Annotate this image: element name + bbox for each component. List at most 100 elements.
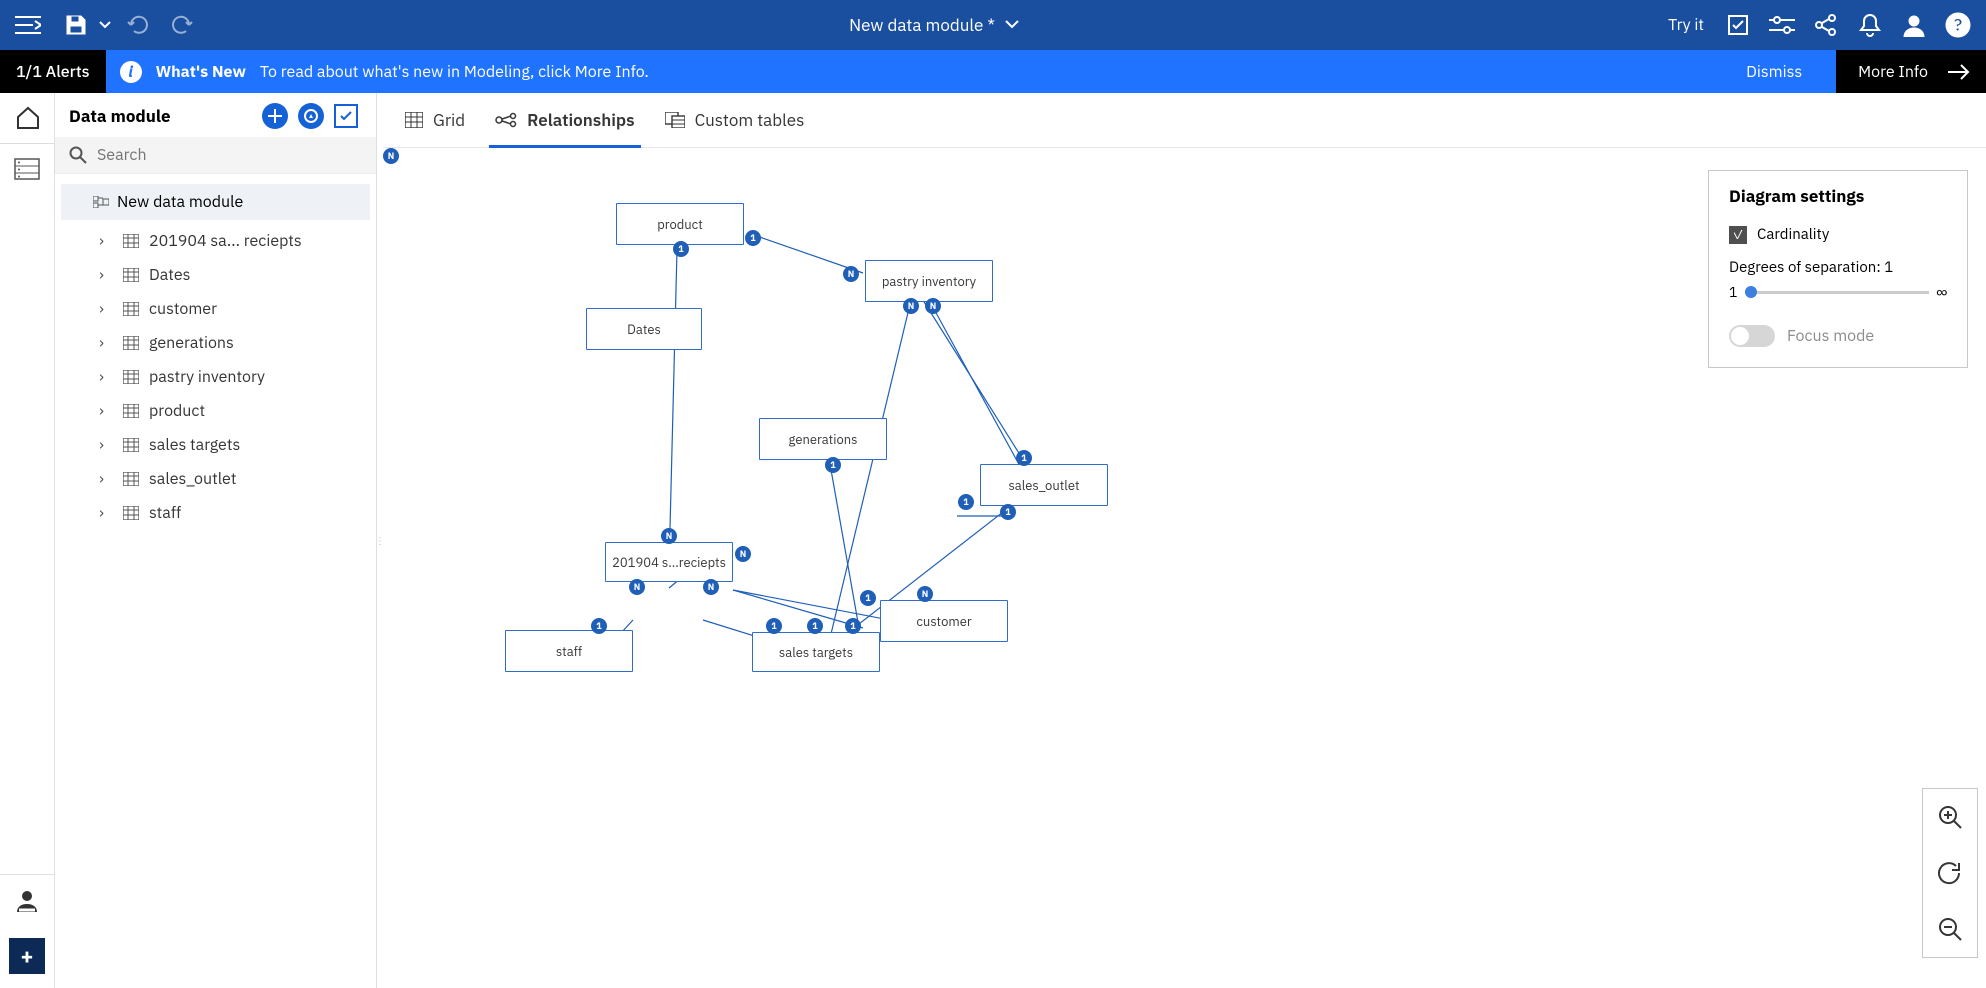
undo-icon[interactable] bbox=[118, 5, 158, 45]
node-staff[interactable]: staff bbox=[505, 630, 633, 672]
save-menu-chevron-icon[interactable] bbox=[96, 5, 114, 45]
focus-mode-toggle[interactable] bbox=[1729, 325, 1775, 347]
data-module-panel: Data module New data module ›201904 sa..… bbox=[55, 93, 377, 988]
user-icon[interactable] bbox=[1894, 5, 1934, 45]
tree-item[interactable]: ›customer bbox=[55, 292, 376, 326]
zoom-in-button[interactable] bbox=[1923, 789, 1977, 845]
tree-item-label: 201904 sa... reciepts bbox=[149, 231, 302, 251]
cardinality-1: 1 bbox=[845, 618, 861, 634]
svg-text:?: ? bbox=[1954, 13, 1963, 36]
alert-bar: 1/1 Alerts i What's New To read about wh… bbox=[0, 50, 1986, 93]
node-label: staff bbox=[556, 643, 582, 660]
rail-add-button[interactable]: + bbox=[9, 938, 45, 974]
tree-item-label: sales_outlet bbox=[149, 469, 236, 489]
cardinality-1: 1 bbox=[745, 230, 761, 246]
degrees-slider[interactable] bbox=[1745, 291, 1928, 294]
more-info-button[interactable]: More Info bbox=[1836, 50, 1986, 93]
table-icon bbox=[123, 302, 139, 316]
search-icon bbox=[69, 146, 87, 164]
cardinality-1: 1 bbox=[1000, 504, 1016, 520]
cardinality-1: 1 bbox=[807, 618, 823, 634]
cardinality-n: N bbox=[703, 579, 719, 595]
tree-item-label: staff bbox=[149, 503, 181, 523]
tree-item[interactable]: ›sales targets bbox=[55, 428, 376, 462]
node-label: 201904 s...reciepts bbox=[612, 554, 726, 571]
tree-item[interactable]: ›staff bbox=[55, 496, 376, 530]
node-dates[interactable]: Dates bbox=[586, 308, 702, 350]
tree-item-label: Dates bbox=[149, 265, 190, 285]
table-icon bbox=[123, 506, 139, 520]
cardinality-1: 1 bbox=[591, 618, 607, 634]
share-icon[interactable] bbox=[1806, 5, 1846, 45]
search-box[interactable] bbox=[55, 137, 376, 174]
zoom-out-button[interactable] bbox=[1923, 901, 1977, 957]
slider-min: 1 bbox=[1729, 283, 1737, 301]
try-it-button[interactable]: Try it bbox=[1658, 15, 1714, 35]
grid-icon bbox=[405, 112, 423, 128]
tab-relationships[interactable]: Relationships bbox=[495, 93, 634, 147]
redo-icon[interactable] bbox=[162, 5, 202, 45]
node-generations[interactable]: generations bbox=[759, 418, 887, 460]
cardinality-label: Cardinality bbox=[1757, 225, 1829, 244]
info-icon: i bbox=[120, 61, 142, 83]
node-pastry-inventory[interactable]: pastry inventory bbox=[865, 260, 993, 302]
rail-user-settings-icon[interactable] bbox=[0, 874, 55, 924]
rail-home-icon[interactable] bbox=[0, 93, 55, 143]
search-input[interactable] bbox=[97, 145, 362, 165]
node-label: Dates bbox=[627, 321, 661, 338]
node-label: product bbox=[657, 216, 703, 233]
node-product[interactable]: product bbox=[616, 203, 744, 245]
tree-item[interactable]: ›201904 sa... reciepts bbox=[55, 224, 376, 258]
more-info-label: More Info bbox=[1858, 62, 1928, 82]
tree-item-label: generations bbox=[149, 333, 234, 353]
menu-icon[interactable] bbox=[8, 5, 48, 45]
tree-item-label: pastry inventory bbox=[149, 367, 265, 387]
rail-sources-icon[interactable] bbox=[0, 144, 55, 194]
tree-item[interactable]: ›product bbox=[55, 394, 376, 428]
relationship-canvas[interactable]: product 1 1 pastry inventory N N N Dates… bbox=[383, 148, 1986, 988]
node-sales-outlet[interactable]: sales_outlet bbox=[980, 464, 1108, 506]
tab-label: Custom tables bbox=[695, 109, 805, 131]
settings-sliders-icon[interactable] bbox=[1762, 5, 1802, 45]
notifications-icon[interactable] bbox=[1850, 5, 1890, 45]
tree-root-label: New data module bbox=[117, 192, 243, 212]
relationships-icon bbox=[495, 112, 517, 128]
alert-heading: What's New bbox=[156, 62, 246, 82]
zoom-reset-button[interactable] bbox=[1923, 845, 1977, 901]
panel-title: Data module bbox=[69, 105, 252, 127]
table-icon bbox=[123, 438, 139, 452]
node-label: sales targets bbox=[779, 644, 853, 661]
custom-tables-icon bbox=[665, 112, 685, 128]
cardinality-n: N bbox=[843, 266, 859, 282]
tree-item[interactable]: ›sales_outlet bbox=[55, 462, 376, 496]
add-source-button[interactable] bbox=[262, 103, 288, 129]
title-chevron-icon[interactable] bbox=[1005, 20, 1019, 30]
dismiss-button[interactable]: Dismiss bbox=[1726, 62, 1822, 82]
node-receipts[interactable]: 201904 s...reciepts bbox=[605, 542, 733, 582]
tab-custom-tables[interactable]: Custom tables bbox=[665, 93, 805, 147]
diagram-settings-panel: Diagram settings ✓ Cardinality Degrees o… bbox=[1708, 170, 1968, 368]
tree-root[interactable]: New data module bbox=[61, 184, 370, 220]
alert-body-text: To read about what's new in Modeling, cl… bbox=[260, 62, 649, 82]
node-customer[interactable]: customer bbox=[880, 600, 1008, 642]
tab-grid[interactable]: Grid bbox=[405, 93, 465, 147]
cardinality-n: N bbox=[383, 148, 399, 164]
discover-button[interactable] bbox=[298, 103, 324, 129]
tree-item-label: product bbox=[149, 401, 205, 421]
cardinality-n: N bbox=[925, 298, 941, 314]
document-title: New data module * bbox=[849, 14, 995, 36]
cardinality-n: N bbox=[661, 528, 677, 544]
cardinality-n: N bbox=[903, 298, 919, 314]
tree-item[interactable]: ›generations bbox=[55, 326, 376, 360]
node-sales-targets[interactable]: sales targets bbox=[752, 632, 880, 672]
degrees-label: Degrees of separation: 1 bbox=[1729, 258, 1947, 277]
save-icon[interactable] bbox=[56, 5, 96, 45]
tree-item[interactable]: ›pastry inventory bbox=[55, 360, 376, 394]
tree-item[interactable]: ›Dates bbox=[55, 258, 376, 292]
validate-icon[interactable] bbox=[1718, 5, 1758, 45]
table-icon bbox=[123, 268, 139, 282]
validate-panel-button[interactable] bbox=[334, 104, 358, 128]
cardinality-n: N bbox=[629, 579, 645, 595]
help-icon[interactable]: ? bbox=[1938, 5, 1978, 45]
cardinality-checkbox[interactable]: ✓ bbox=[1729, 226, 1747, 244]
